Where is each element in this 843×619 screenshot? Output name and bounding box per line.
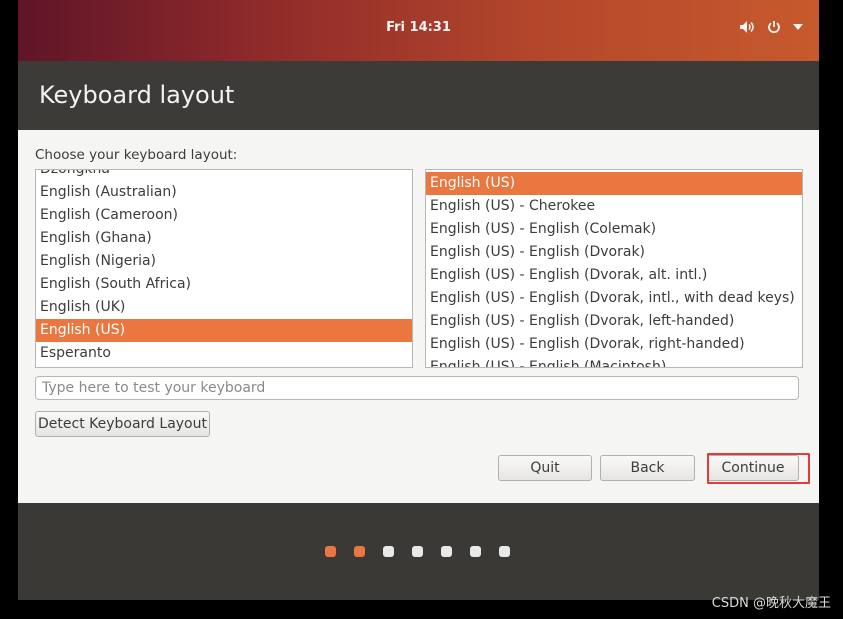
continue-highlight-box: [707, 453, 810, 484]
keyboard-test-input[interactable]: [35, 376, 799, 400]
progress-dot: [470, 546, 481, 557]
desktop-screen: Fri 14:31 Keyboard layout Choose your ke…: [18, 0, 819, 600]
power-icon[interactable]: [767, 20, 781, 34]
variant-list-item[interactable]: English (US) - Cherokee: [426, 195, 802, 218]
progress-dot: [412, 546, 423, 557]
layout-list-item[interactable]: English (US): [36, 319, 412, 342]
variant-list-item[interactable]: English (US) - English (Dvorak): [426, 241, 802, 264]
watermark: CSDN @晚秋大魔王: [711, 596, 831, 611]
variant-list-item[interactable]: English (US) - English (Dvorak, alt. int…: [426, 264, 802, 287]
layout-prompt: Choose your keyboard layout:: [35, 147, 238, 163]
quit-button[interactable]: Quit: [498, 455, 592, 481]
installer-footer: [18, 503, 819, 600]
installer-content: Choose your keyboard layout: Dzongkha Eng…: [18, 130, 819, 503]
variant-list-item[interactable]: English (US) - English (Dvorak, intl., w…: [426, 287, 802, 310]
layout-list-item[interactable]: English (Ghana): [36, 227, 412, 250]
system-tray[interactable]: [739, 20, 803, 34]
progress-dots: [325, 546, 510, 557]
keyboard-layout-list[interactable]: Dzongkha English (Australian) English (Cam…: [35, 169, 413, 368]
progress-dot: [383, 546, 394, 557]
layout-list-item[interactable]: Dzongkha: [36, 170, 412, 181]
back-button[interactable]: Back: [600, 455, 695, 481]
variant-list-item[interactable]: English (US) - English (Colemak): [426, 218, 802, 241]
variant-list-item[interactable]: English (US) - English (Macintosh): [426, 356, 802, 367]
progress-dot: [499, 546, 510, 557]
progress-dot: [325, 546, 336, 557]
clock[interactable]: Fri 14:31: [18, 20, 819, 35]
layout-list-item[interactable]: English (South Africa): [36, 273, 412, 296]
progress-dot: [354, 546, 365, 557]
variant-list-item[interactable]: English (US) - English (Dvorak, right-ha…: [426, 333, 802, 356]
dropdown-arrow-icon[interactable]: [793, 24, 803, 30]
layout-list-item[interactable]: English (UK): [36, 296, 412, 319]
volume-icon[interactable]: [739, 20, 755, 34]
page-title: Keyboard layout: [39, 81, 235, 109]
detect-keyboard-layout-button[interactable]: Detect Keyboard Layout: [35, 411, 210, 437]
layout-list-item[interactable]: English (Cameroon): [36, 204, 412, 227]
progress-dot: [441, 546, 452, 557]
layout-list-item[interactable]: English (Australian): [36, 181, 412, 204]
layout-list-item[interactable]: English (Nigeria): [36, 250, 412, 273]
variant-list-item[interactable]: English (US) - English (Dvorak, left-han…: [426, 310, 802, 333]
window-header: Keyboard layout: [18, 61, 819, 130]
top-panel: Fri 14:31: [18, 0, 819, 61]
keyboard-variant-list[interactable]: English (US) English (US) - Cherokee Engli…: [425, 169, 803, 368]
variant-list-item[interactable]: English (US): [426, 172, 802, 195]
layout-list-item[interactable]: Esperanto: [36, 342, 412, 365]
